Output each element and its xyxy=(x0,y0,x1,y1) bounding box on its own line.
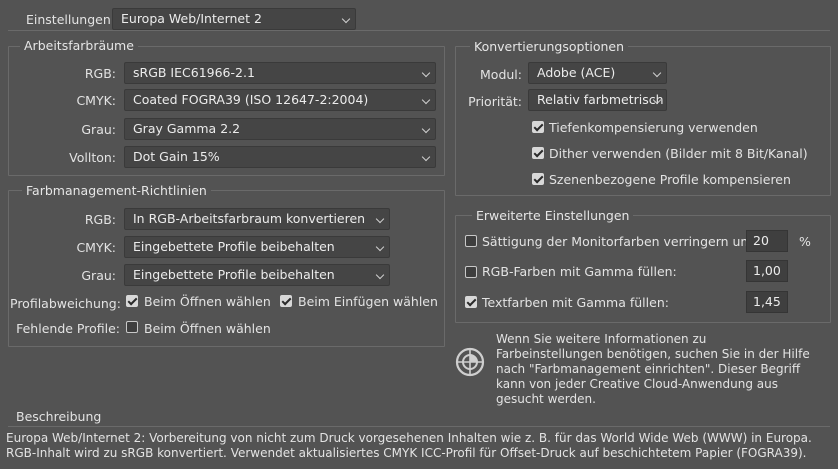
mismatch-paste-label: Beim Einfügen wählen xyxy=(298,294,438,309)
bpc-label: Tiefenkompensierung verwenden xyxy=(549,120,758,135)
chevron-down-icon xyxy=(421,124,431,134)
chevron-down-icon xyxy=(341,14,351,24)
scene-label: Szenenbezogene Profile kompensieren xyxy=(549,172,791,187)
blend-rgb-input[interactable]: 1,00 xyxy=(746,260,788,282)
desaturate-label: Sättigung der Monitorfarben verringern u… xyxy=(482,234,757,249)
blend-text-label: Textfarben mit Gamma füllen: xyxy=(482,295,669,310)
settings-dropdown[interactable]: Europa Web/Internet 2 xyxy=(112,8,356,30)
pol-gray-label: Grau: xyxy=(81,268,116,283)
pol-cmyk-dropdown[interactable]: Eingebettete Profile beibehalten xyxy=(124,236,390,258)
ws-spot-label: Vollton: xyxy=(69,150,116,165)
dither-checkbox[interactable] xyxy=(532,147,544,159)
missing-open-label: Beim Öffnen wählen xyxy=(144,321,271,336)
ws-spot-dropdown[interactable]: Dot Gain 15% xyxy=(124,146,436,168)
workspaces-title: Arbeitsfarbräume xyxy=(20,38,138,53)
ws-cmyk-value: Coated FOGRA39 (ISO 12647-2:2004) xyxy=(133,92,369,107)
advanced-title: Erweiterte Einstellungen xyxy=(472,208,634,223)
chevron-down-icon xyxy=(375,270,385,280)
blend-rgb-checkbox[interactable] xyxy=(465,266,477,278)
blend-text-input[interactable]: 1,45 xyxy=(746,291,788,313)
pol-cmyk-value: Eingebettete Profile beibehalten xyxy=(133,239,335,254)
pol-cmyk-label: CMYK: xyxy=(76,240,116,255)
description-divider xyxy=(8,426,830,427)
blend-text-checkbox[interactable] xyxy=(465,296,477,308)
desaturate-input[interactable]: 20 xyxy=(746,230,788,252)
description-text: Europa Web/Internet 2: Vorbereitung von … xyxy=(6,431,812,460)
ws-gray-label: Grau: xyxy=(81,122,116,137)
engine-value: Adobe (ACE) xyxy=(537,65,616,80)
chevron-down-icon xyxy=(652,68,662,78)
conversion-title: Konvertierungsoptionen xyxy=(470,39,629,54)
chevron-down-icon xyxy=(421,95,431,105)
settings-label: Einstellungen: xyxy=(26,12,115,27)
info-text: Wenn Sie weitere Informationen zu Farbei… xyxy=(496,332,810,406)
ws-rgb-label: RGB: xyxy=(84,66,116,81)
pol-rgb-value: In RGB-Arbeitsfarbraum konvertieren xyxy=(133,211,366,226)
scene-checkbox[interactable] xyxy=(532,173,544,185)
top-divider xyxy=(8,30,830,31)
ws-gray-dropdown[interactable]: Gray Gamma 2.2 xyxy=(124,118,436,140)
color-wheel-icon xyxy=(455,347,485,377)
blend-rgb-label: RGB-Farben mit Gamma füllen: xyxy=(482,264,677,279)
pol-rgb-label: RGB: xyxy=(84,212,116,227)
policies-title: Farbmanagement-Richtlinien xyxy=(22,183,211,198)
chevron-down-icon xyxy=(421,68,431,78)
mismatch-open-label: Beim Öffnen wählen xyxy=(144,294,271,309)
chevron-down-icon xyxy=(375,242,385,252)
ws-cmyk-label: CMYK: xyxy=(76,93,116,108)
settings-value: Europa Web/Internet 2 xyxy=(121,11,262,26)
chevron-down-icon xyxy=(375,214,385,224)
engine-label: Modul: xyxy=(480,67,522,82)
missing-open-checkbox[interactable] xyxy=(126,321,138,333)
mismatch-open-checkbox[interactable] xyxy=(126,295,138,307)
mismatch-paste-checkbox[interactable] xyxy=(280,295,292,307)
missing-label: Fehlende Profile: xyxy=(16,321,120,336)
ws-rgb-value: sRGB IEC61966-2.1 xyxy=(133,65,255,80)
intent-label: Priorität: xyxy=(468,94,522,109)
description-title: Beschreibung xyxy=(16,409,102,424)
pol-gray-dropdown[interactable]: Eingebettete Profile beibehalten xyxy=(124,264,390,286)
intent-value: Relativ farbmetrisch xyxy=(537,92,664,107)
ws-spot-value: Dot Gain 15% xyxy=(133,149,220,164)
ws-cmyk-dropdown[interactable]: Coated FOGRA39 (ISO 12647-2:2004) xyxy=(124,89,436,111)
pol-rgb-dropdown[interactable]: In RGB-Arbeitsfarbraum konvertieren xyxy=(124,208,390,230)
chevron-down-icon xyxy=(421,152,431,162)
ws-gray-value: Gray Gamma 2.2 xyxy=(133,121,241,136)
intent-dropdown[interactable]: Relativ farbmetrisch xyxy=(528,89,667,111)
mismatch-label: Profilabweichung: xyxy=(10,296,121,311)
bpc-checkbox[interactable] xyxy=(532,121,544,133)
dither-label: Dither verwenden (Bilder mit 8 Bit/Kanal… xyxy=(549,146,808,161)
desaturate-checkbox[interactable] xyxy=(465,235,477,247)
desaturate-unit: % xyxy=(799,234,811,249)
engine-dropdown[interactable]: Adobe (ACE) xyxy=(528,62,667,84)
ws-rgb-dropdown[interactable]: sRGB IEC61966-2.1 xyxy=(124,62,436,84)
pol-gray-value: Eingebettete Profile beibehalten xyxy=(133,267,335,282)
